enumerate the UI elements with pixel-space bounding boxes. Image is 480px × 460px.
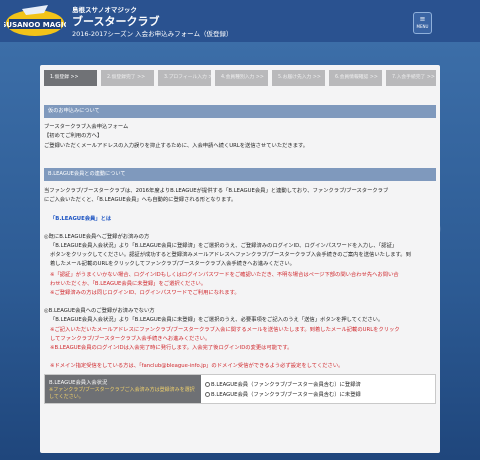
hamburger-icon: ≡ (419, 15, 426, 23)
bleague-intro-line1: 当ファンクラブ/ブースタークラブは、2016年度よりB.LEAGUEが提供する「… (44, 188, 389, 194)
case2-note1: ※ご記入いただいたメールアドレスにファンクラブ/ブースタークラブ入会に関するメー… (50, 327, 400, 333)
step-6: 6.会員情報確認 >> (329, 70, 382, 86)
page-title: ブースタークラブ (72, 15, 160, 28)
section-heading-bleague: B.LEAGUE会員との連動について (44, 168, 436, 181)
case1-line2: ボタンをクリックしてください。認証が成功すると登録済みメールアドレスへファンクラ… (50, 252, 411, 258)
case2-note3: ※B.LEAGUE会員のログインIDは入会完了時に発行します。入会完了後ログイン… (50, 345, 293, 351)
logo-text: SUSANOO MAGIC (4, 21, 66, 29)
radio-unregistered[interactable]: B.LEAGUE会員（ファンクラブ/ブースター会員含む）に未登録 (205, 390, 361, 398)
url-notice-text: ご登録いただくメールアドレスの入力誤りを抑止するために、入会申請へ続くURLを送… (44, 143, 309, 149)
form-panel: 1.仮登録 >> 2.仮登録完了 >> 3.プロフィール入力 >> 4.会員種別… (40, 65, 440, 453)
case2-note2: してファンクラブ/ブースタークラブ入会手続きへお進みください。 (50, 336, 211, 342)
case2-line1: 「B.LEAGUE会員入会状況」より「B.LEAGUE会員に未登録」をご選択のう… (50, 317, 384, 323)
menu-button[interactable]: ≡ MENU (413, 12, 432, 34)
step-1: 1.仮登録 >> (44, 70, 97, 86)
section-heading-provisional: 仮のお申込みについて (44, 105, 436, 118)
case1-note1: ※「認証」がうまくいかない場合、ログインIDもしくはログインパスワードをご確認い… (50, 272, 399, 278)
radio-registered[interactable]: B.LEAGUE会員（ファンクラブ/ブースター会員含む）に登録済 (205, 380, 361, 388)
domain-notice: ※ドメイン指定受信をしている方は、「fanclub@bleague-info.j… (50, 363, 344, 369)
form-name-text: ブースタークラブ入会申込フォーム (44, 124, 129, 130)
step-4: 4.会員種別入力 >> (215, 70, 268, 86)
menu-label: MENU (416, 24, 429, 29)
site-header: SUSANOO MAGIC 島根スサノオマジック ブースタークラブ 2016-2… (0, 0, 480, 42)
step-progress: 1.仮登録 >> 2.仮登録完了 >> 3.プロフィール入力 >> 4.会員種別… (44, 70, 436, 86)
radio-circle-icon[interactable] (205, 392, 210, 397)
radio-unregistered-label: B.LEAGUE会員（ファンクラブ/ブースター会員含む）に未登録 (211, 392, 361, 398)
step-3: 3.プロフィール入力 >> (158, 70, 211, 86)
step-2: 2.仮登録完了 >> (101, 70, 154, 86)
bleague-member-link[interactable]: 「B.LEAGUE会員」とは (50, 214, 111, 222)
page-subtitle: 2016-2017シーズン 入会お申込みフォーム（仮登録） (72, 30, 233, 38)
case1-note2: わせいただくか、「B.LEAGUE会員に未登録」をご選択ください。 (50, 281, 207, 287)
membership-status-field: B.LEAGUE会員入会状況 ※ファンクラブ/ブースタークラブご入会済み方は登録… (44, 374, 436, 404)
case1-line3: 着したメール記載のURLをクリックしてファンクラブ/ブースタークラブ入会手続きへ… (50, 261, 295, 267)
case1-note3: ※ご登録済みの方は同じログインID、ログインパスワードでご利用になれます。 (50, 290, 240, 296)
case2-title: ◎B.LEAGUE会員へのご登録がお済みでない方 (44, 308, 155, 314)
membership-status-label: B.LEAGUE会員入会状況 ※ファンクラブ/ブースタークラブご入会済み方は登録… (45, 375, 201, 403)
membership-label-text: B.LEAGUE会員入会状況 (49, 380, 108, 386)
first-time-heading: 【初めてご利用の方へ】 (44, 133, 103, 139)
bleague-intro-line2: にご入会いただくと、「B.LEAGUE会員」へも自動的に登録される形となります。 (44, 197, 237, 203)
radio-registered-label: B.LEAGUE会員（ファンクラブ/ブースター会員含む）に登録済 (211, 382, 361, 388)
case1-line1: 「B.LEAGUE会員入会状況」より「B.LEAGUE会員に登録済」をご選択のう… (50, 243, 398, 249)
team-logo[interactable]: SUSANOO MAGIC (4, 3, 66, 39)
step-5: 5.お届け先入力 >> (272, 70, 325, 86)
radio-circle-icon[interactable] (205, 382, 210, 387)
case1-title: ◎既にB.LEAGUE会員へご登録がお済みの方 (44, 234, 150, 240)
membership-label-note: ※ファンクラブ/ブースタークラブご入会済み方は登録済みを選択してください。 (49, 387, 195, 400)
step-7: 7.入会手続完了 >> (386, 70, 436, 86)
